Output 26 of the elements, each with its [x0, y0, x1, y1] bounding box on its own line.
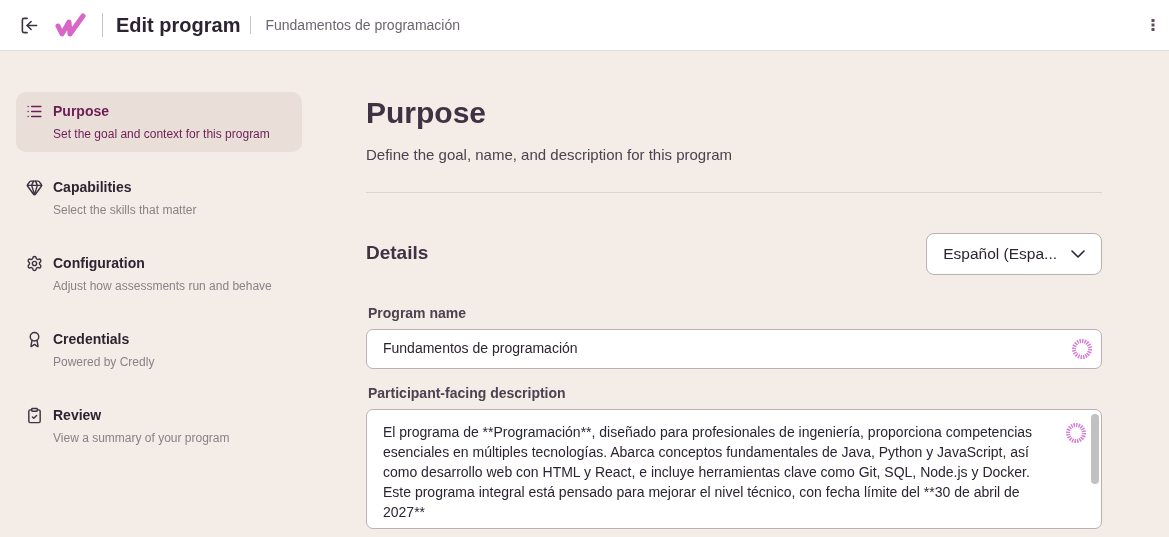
page-title: Edit program	[116, 13, 241, 38]
more-options-icon[interactable]	[1151, 19, 1155, 31]
gem-icon	[26, 179, 43, 196]
chevron-down-icon	[1071, 249, 1085, 258]
program-subtitle: Fundamentos de programación	[265, 15, 460, 35]
exit-icon[interactable]	[20, 15, 39, 35]
settings-icon	[26, 255, 43, 272]
scrollbar-thumb[interactable]	[1091, 413, 1099, 484]
logo-icon[interactable]	[55, 12, 87, 38]
section-description: Define the goal, name, and description for this program	[366, 145, 734, 165]
clipboard-icon	[26, 407, 43, 424]
details-heading: Details	[366, 241, 429, 266]
sidebar-item[interactable]: Credentials Powered by Credly	[16, 320, 302, 380]
sparkle-ring-icon[interactable]	[1065, 421, 1087, 444]
list-icon	[26, 103, 43, 120]
sidebar-item[interactable]: Purpose Set the goal and context for this program	[16, 92, 302, 152]
sidebar-item[interactable]: Capabilities Select the skills that matter	[16, 168, 302, 228]
sparkle-ring-icon[interactable]	[1071, 337, 1093, 360]
field-label: Program name	[368, 303, 468, 323]
field-label: Participant-facing description	[368, 383, 567, 403]
program-name-field[interactable]: Fundamentos de programación	[366, 328, 1102, 369]
description-field[interactable]: El programa de **Programación**, diseñado para profesionales de ingeniería, proporciona competencias esenciales en múltiples tecnologías. Abarca conceptos fundamentales de Java, Python y JavaScript, así como desarrollo web con HTML y React, e incluye herramientas clave como Git, SQL, Node.js y Docker. Este programa integral está pensado para mejorar el nivel técnico, con fecha límite del **30 de abril de 2027**	[366, 408, 1102, 529]
sidebar-item[interactable]: Review View a summary of your program	[16, 396, 302, 456]
language-dropdown[interactable]: Español (Espa...	[926, 232, 1102, 275]
section-heading: Purpose	[366, 95, 488, 131]
sidebar-item[interactable]: Configuration Adjust how assessments run and behave	[16, 244, 302, 304]
